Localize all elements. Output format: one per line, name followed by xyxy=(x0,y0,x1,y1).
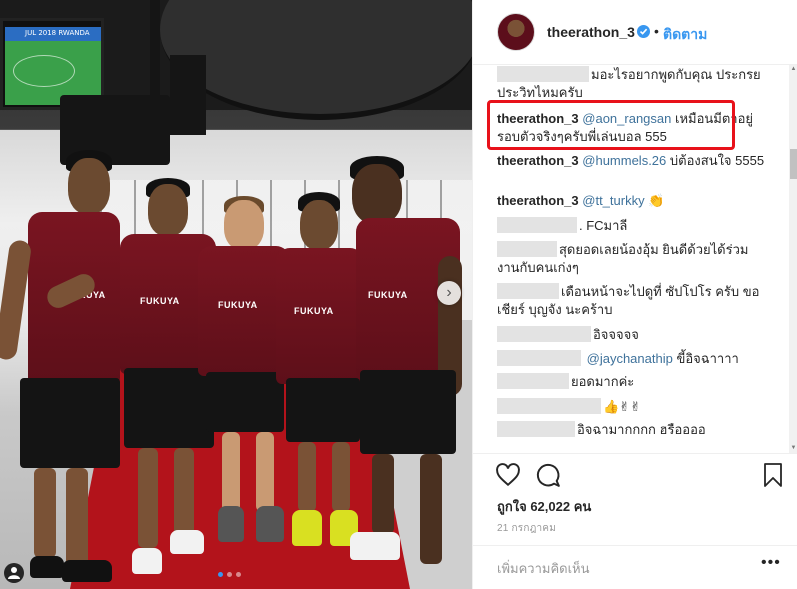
carousel-dot-2[interactable] xyxy=(227,572,232,577)
comment-item: อิจจจจจ xyxy=(497,326,767,344)
blurred-username xyxy=(497,421,575,437)
header-separator: • xyxy=(654,23,659,39)
post-header: theerathon_3 • ติดตาม xyxy=(473,0,797,65)
tv-screen xyxy=(5,27,101,105)
scroll-up-icon[interactable]: ▲ xyxy=(790,66,797,73)
like-count[interactable]: ถูกใจ 62,022 คน xyxy=(497,496,591,517)
blurred-username xyxy=(497,217,577,233)
comment-text: อิจฉามากกกก ฮรืออออ xyxy=(577,422,706,437)
tv-caption: JUL 2018 RWANDA xyxy=(25,29,90,37)
comment-item: 👍✌✌ xyxy=(497,398,767,416)
blurred-username xyxy=(497,241,557,257)
comment-item: @jaychanathip ขี้อิจฉาาาา xyxy=(497,350,767,368)
comment-item: theerathon_3 @hummels.26 บ่ต้องสนใจ 5555 xyxy=(497,152,767,170)
avatar[interactable] xyxy=(497,13,535,51)
comment-item: ยอดมากค่ะ xyxy=(497,373,767,391)
follow-button[interactable]: ติดตาม xyxy=(663,24,707,46)
more-options-button[interactable]: ••• xyxy=(761,554,781,572)
user-tag-icon[interactable] xyxy=(4,563,24,583)
blurred-username xyxy=(497,66,589,82)
comment-item: อิจฉามากกกก ฮรืออออ xyxy=(497,421,767,439)
comment-item: สุดยอดเลยน้องอุ้ม ยินดีด้วยได้ร่วมงานกับ… xyxy=(497,241,767,277)
comment-mention[interactable]: @tt_turkky xyxy=(582,193,644,208)
post-date[interactable]: 21 กรกฎาคม xyxy=(497,521,556,536)
comment-input[interactable] xyxy=(497,558,747,578)
comment-mention[interactable]: @jaychanathip xyxy=(587,351,673,366)
heart-icon[interactable] xyxy=(495,462,521,488)
post-side-panel: theerathon_3 • ติดตาม มอะไรอยากพูดกับคุณ… xyxy=(472,0,797,589)
comment-text: อิจจจจจ xyxy=(593,327,639,342)
highlight-annotation-box xyxy=(487,100,735,150)
comment-text: 👍✌✌ xyxy=(603,399,641,414)
scroll-thumb[interactable] xyxy=(790,149,797,179)
player-5: FUKUYA xyxy=(342,156,462,576)
comment-item: theerathon_3 @tt_turkky 👏 xyxy=(497,192,767,210)
comment-text: 👏 xyxy=(648,193,665,208)
action-bar xyxy=(473,453,797,498)
blurred-username xyxy=(497,398,601,414)
verified-badge-icon xyxy=(637,25,650,38)
comment-item: มอะไรอยากพูดกับคุณ ประกรย ประวิทไหมครับ xyxy=(497,66,767,102)
blurred-username xyxy=(497,373,569,389)
bookmark-icon[interactable] xyxy=(761,462,787,488)
comment-form: ••• xyxy=(473,545,797,589)
carousel-next-button[interactable]: › xyxy=(437,281,461,305)
comment-item: . FCมาลี xyxy=(497,217,767,235)
comment-text: บ่ต้องสนใจ 5555 xyxy=(669,153,765,168)
blurred-username xyxy=(497,326,591,342)
blurred-username xyxy=(497,350,581,366)
speaker-box-right xyxy=(170,55,206,135)
comment-text: ขี้อิจฉาาาา xyxy=(676,351,739,366)
scroll-down-icon[interactable]: ▼ xyxy=(790,445,797,452)
player-1: FUKUYA xyxy=(0,150,120,589)
comment-text: ยอดมากค่ะ xyxy=(571,374,635,389)
carousel-dots xyxy=(218,572,241,577)
blurred-username xyxy=(497,283,559,299)
comment-mention[interactable]: @hummels.26 xyxy=(582,153,666,168)
comment-text: . FCมาลี xyxy=(579,218,628,233)
post-username[interactable]: theerathon_3 xyxy=(547,24,635,40)
comment-item: เดือนหน้าจะไปดูที่ ซัปโปโร ครับ ขอเชียร์… xyxy=(497,283,767,319)
comment-author[interactable]: theerathon_3 xyxy=(497,153,579,168)
carousel-dot-1[interactable] xyxy=(218,572,223,577)
comment-scrollbar[interactable]: ▲ ▼ xyxy=(789,65,797,453)
post-photo[interactable]: JUL 2018 RWANDA FUKUYA FUKUYA FUKUYA FUK… xyxy=(0,0,472,589)
comment-icon[interactable] xyxy=(535,462,561,488)
comment-author[interactable]: theerathon_3 xyxy=(497,193,579,208)
carousel-dot-3[interactable] xyxy=(236,572,241,577)
